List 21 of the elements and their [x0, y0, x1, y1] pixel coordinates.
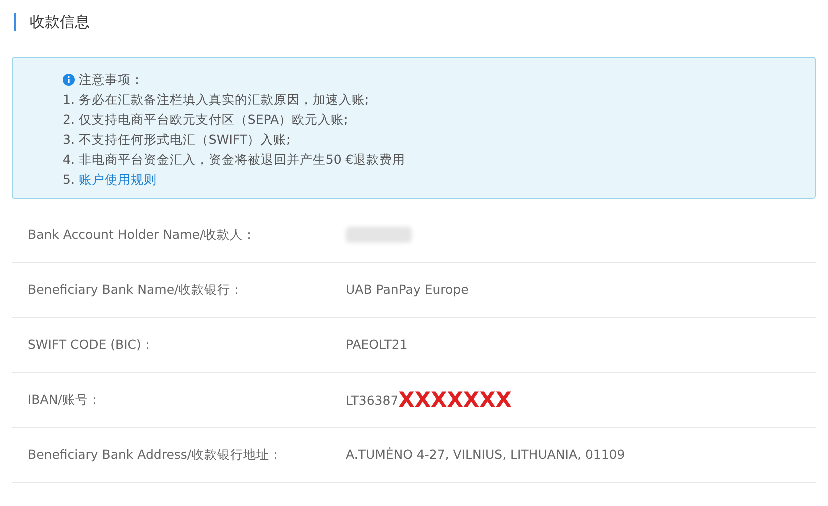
notice-item: 2. 仅支持电商平台欧元支付区（SEPA）欧元入账; [63, 111, 350, 129]
notice-heading: 注意事项： [79, 71, 144, 89]
field-label: Bank Account Holder Name/收款人： [27, 226, 258, 244]
redaction-mark: XXXXXXX [398, 389, 512, 411]
field-value: LT36387 [346, 392, 399, 410]
notice-item: 3. 不支持任何形式电汇（SWIFT）入账; [63, 131, 292, 149]
field-value: UAB PanPay Europe [346, 280, 469, 299]
section-title: 收款信息 [30, 12, 90, 33]
notice-item: 5. [63, 171, 76, 189]
blurred-value [346, 227, 412, 243]
notice-item: 4. 非电商平台资金汇入，资金将被退回并产生50 €退款费用 [63, 151, 407, 169]
rules-link[interactable]: 账户使用规则 [78, 170, 157, 190]
notice-item: 1. 务必在汇款备注栏填入真实的汇款原因，加速入账; [63, 91, 370, 109]
field-label: Beneficiary Bank Address/收款银行地址： [27, 446, 284, 464]
field-value: PAEOLT21 [346, 336, 408, 354]
field-label: SWIFT CODE (BIC)： [27, 336, 156, 354]
title-accent-bar [14, 13, 16, 31]
info-icon [63, 74, 75, 86]
field-value: A.TUMĖNO 4-27, VILNIUS, LITHUANIA, 01109 [346, 446, 626, 464]
field-label: IBAN/账号： [27, 390, 102, 409]
field-label: Beneficiary Bank Name/收款银行： [27, 280, 245, 299]
